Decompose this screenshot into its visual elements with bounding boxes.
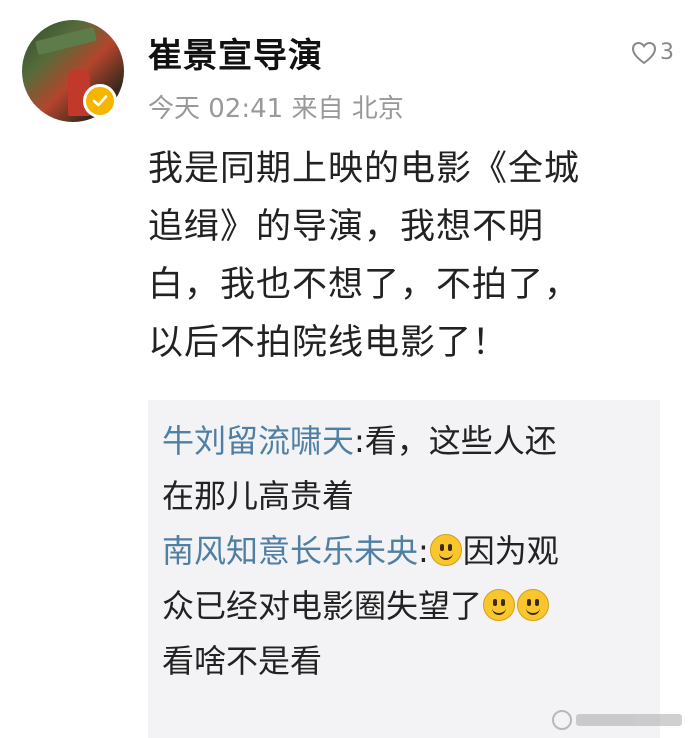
author-name[interactable]: 崔景宣导演	[148, 28, 323, 77]
post-body-line: 白，我也不想了，不拍了，	[148, 265, 581, 305]
watermark-text-shape	[576, 714, 682, 726]
reply-text: 看啥不是看	[162, 642, 323, 680]
avatar-sign-shape	[35, 26, 97, 56]
verified-badge-icon	[83, 84, 117, 118]
reply-author[interactable]: 牛刘留流啸天	[162, 422, 354, 460]
watermark-logo-icon	[552, 710, 572, 730]
smile-emoji-icon	[483, 589, 516, 621]
watermark	[552, 708, 682, 732]
like-count: 3	[660, 40, 674, 65]
reply-colon: :	[354, 422, 365, 460]
reply-item[interactable]: 牛刘留流啸天:看，这些人还 在那儿高贵着	[162, 414, 646, 524]
reply-colon: :	[418, 532, 429, 570]
reply-text: 众已经对电影圈失望了	[162, 587, 483, 625]
post-body-line: 我是同期上映的电影《全城	[148, 149, 581, 189]
reply-text: 因为观	[462, 532, 559, 570]
smile-emoji-icon	[517, 589, 550, 621]
reply-line: 众已经对电影圈失望了	[162, 579, 646, 634]
reply-list[interactable]: 牛刘留流啸天:看，这些人还 在那儿高贵着 南风知意长乐未央: 因为观 众已经对电影…	[148, 400, 660, 738]
post-body: 我是同期上映的电影《全城 追缉》的导演，我想不明 白，我也不想了，不拍了， 以后…	[148, 140, 666, 372]
reply-text: 在那儿高贵着	[162, 477, 355, 515]
post-body-line: 追缉》的导演，我想不明	[148, 207, 545, 247]
heart-outline-icon	[631, 41, 657, 64]
reply-item[interactable]: 南风知意长乐未央: 因为观 众已经对电影圈失望了 看啥不是看	[162, 524, 646, 689]
reply-author[interactable]: 南风知意长乐未央	[162, 532, 418, 570]
post-body-line: 以后不拍院线电影了！	[148, 323, 509, 363]
reply-text: 看，这些人还	[364, 422, 557, 460]
smile-emoji-icon	[429, 534, 462, 566]
like-button[interactable]: 3	[631, 40, 674, 65]
reply-line: 南风知意长乐未央: 因为观	[162, 524, 646, 579]
reply-line: 牛刘留流啸天:看，这些人还	[162, 414, 646, 469]
post-meta: 今天 02:41 来自 北京	[148, 94, 404, 124]
